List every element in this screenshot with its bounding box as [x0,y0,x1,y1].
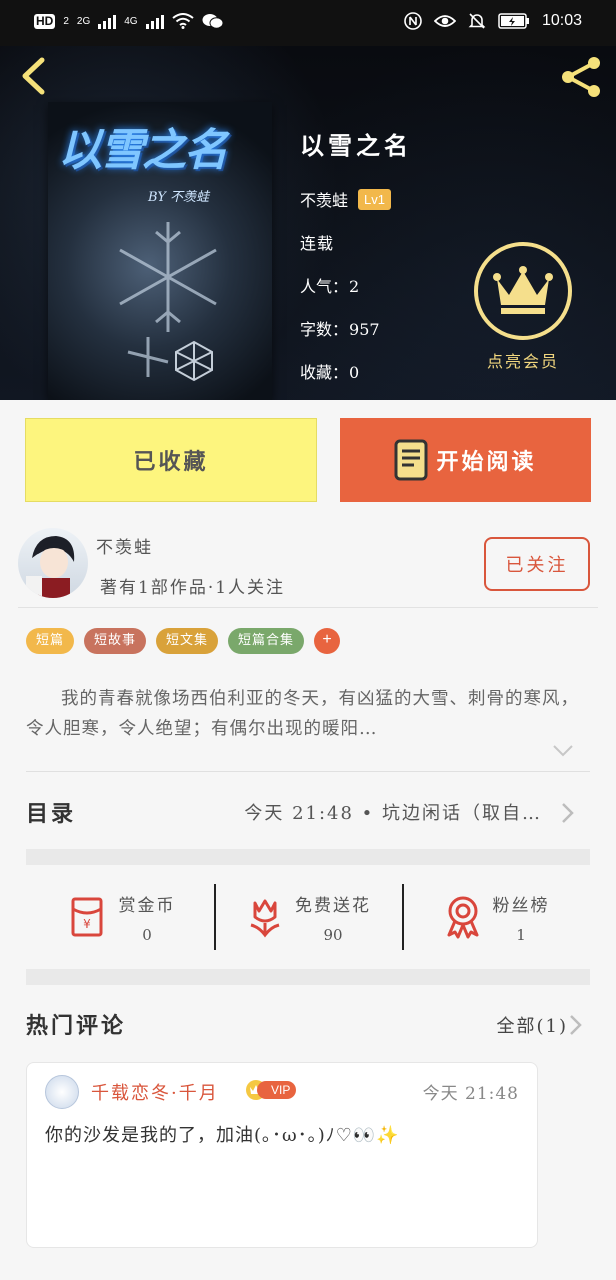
back-arrow-icon[interactable] [16,54,50,98]
tag-chip[interactable]: 短文集 [156,628,219,654]
chevron-right-icon [562,803,574,823]
eye-icon [433,15,456,27]
svg-text:¥: ¥ [83,917,91,931]
medal-icon [447,896,478,939]
free-flowers-stat[interactable]: 免费送花 90 [214,880,402,954]
crown-icon [493,266,553,314]
vip-label[interactable]: 点亮会员 [470,348,576,372]
fan-ranking-stat[interactable]: 粉丝榜 1 [402,880,590,954]
popularity: 人气：2 [300,277,360,296]
expand-chevron-icon[interactable] [552,744,574,758]
book-icon [394,439,428,481]
toc-title: 目录 [26,801,77,827]
nfc-icon [404,12,422,30]
collect-count-value: 0 [349,363,360,382]
vip-button[interactable] [474,242,572,340]
wifi-icon [171,13,194,29]
flower-icon [250,899,280,938]
vip-badge: VIP [245,1079,297,1101]
book-header: 以雪之名 BY 不羡蛙 以雪之名 不羡蛙 Lv1 连载 人气：2 字数：957 … [0,46,616,400]
serial-status: 连载 [300,234,335,253]
snowflake-illustration [119,222,217,382]
add-tag-button[interactable]: + [314,628,341,654]
signal-2-icon [145,13,164,29]
section-separator [26,969,590,985]
book-title: 以雪之名 [300,131,412,160]
tag-chip[interactable]: 短篇 [26,628,75,654]
wechat-icon [202,14,224,29]
author-card: 不羡蛙 著有1部作品·1人关注 已关注 [18,528,598,608]
latest-chapter: 今天 21:48 • 坑边闲话（取自… [244,803,542,824]
stats-row: ¥ 赏金币 0 免费送花 90 粉丝榜 1 [26,880,590,954]
collected-button[interactable]: 已收藏 [25,418,317,502]
mute-icon [468,13,486,29]
synopsis[interactable]: 我的青春就像场西伯利亚的冬天，有凶猛的大雪、刺骨的寒风，令人胆寒，令人绝望；有偶… [26,684,596,744]
word-count-value: 957 [349,320,380,339]
author-avatar[interactable] [18,528,88,598]
commenter-name[interactable]: 千载恋冬·千月 [91,1079,219,1105]
all-comments-link[interactable]: 全部(1) [497,1012,569,1038]
chevron-right-icon[interactable] [568,1014,582,1036]
comment-card[interactable]: 千载恋冬·千月 VIP 今天 21:48 你的沙发是我的了，加油(｡･ω･｡)ﾉ… [26,1062,538,1248]
clock: 10:03 [541,12,582,29]
author-name[interactable]: 不羡蛙 [300,187,348,211]
signal-1-icon [98,13,117,29]
comment-time: 今天 21:48 [422,1084,519,1104]
cover-title: 以雪之名 [58,125,228,176]
red-envelope-icon: ¥ [71,897,102,937]
level-badge: Lv1 [358,188,391,210]
status-bar: HD 2 2G 4G 10:03 [0,0,616,46]
table-of-contents-row[interactable]: 目录 今天 21:48 • 坑边闲话（取自… [26,782,590,842]
start-reading-label: 开始阅读 [436,449,537,475]
commenter-avatar[interactable] [45,1075,79,1109]
divider [26,771,590,772]
battery-icon [498,13,529,29]
reward-coins-stat[interactable]: ¥ 赏金币 0 [26,880,214,954]
book-cover[interactable]: 以雪之名 BY 不羡蛙 [48,102,272,400]
cover-author: BY 不羡蛙 [148,190,210,205]
popularity-value: 2 [349,277,360,296]
word-count: 字数：957 [300,320,380,339]
followed-button[interactable]: 已关注 [484,537,590,591]
section-separator [26,849,590,865]
share-icon[interactable] [556,52,606,102]
start-reading-button[interactable]: 开始阅读 [340,418,591,502]
author-card-stats: 著有1部作品·1人关注 [100,578,286,598]
hot-comments-title: 热门评论 [26,1013,127,1039]
tag-chip[interactable]: 短篇合集 [228,628,305,654]
tag-chip[interactable]: 短故事 [84,628,147,654]
hd-badge: HD [34,13,56,29]
comment-text: 你的沙发是我的了，加油(｡･ω･｡)ﾉ♡👀✨ [45,1125,400,1146]
collect-count: 收藏：0 [300,363,360,382]
tag-list: 短篇 短故事 短文集 短篇合集 + [26,628,341,654]
book-info: 以雪之名 不羡蛙 Lv1 连载 人气：2 字数：957 收藏：0 [300,126,412,383]
author-card-name[interactable]: 不羡蛙 [96,533,153,558]
